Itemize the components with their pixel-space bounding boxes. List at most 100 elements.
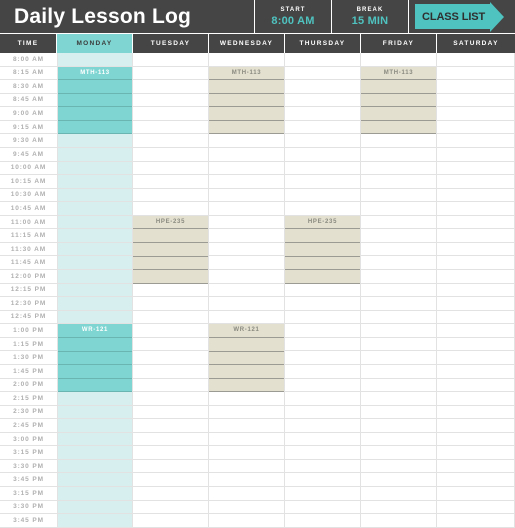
- schedule-cell[interactable]: [437, 297, 514, 311]
- schedule-cell[interactable]: [209, 202, 284, 216]
- column-header-monday[interactable]: MONDAY: [57, 34, 133, 53]
- lesson-block[interactable]: WR-121: [209, 324, 284, 393]
- schedule-cell[interactable]: [58, 297, 132, 311]
- schedule-cell[interactable]: [437, 378, 514, 393]
- schedule-cell[interactable]: [437, 473, 514, 487]
- schedule-cell[interactable]: [285, 188, 360, 203]
- schedule-cell[interactable]: [209, 134, 284, 148]
- schedule-cell[interactable]: [361, 310, 436, 325]
- schedule-cell[interactable]: [133, 419, 208, 433]
- schedule-cell[interactable]: [58, 310, 132, 325]
- schedule-cell[interactable]: [361, 392, 436, 406]
- schedule-cell[interactable]: [361, 473, 436, 487]
- schedule-cell[interactable]: [285, 310, 360, 325]
- schedule-cell[interactable]: [437, 500, 514, 515]
- schedule-cell[interactable]: [437, 283, 514, 298]
- schedule-cell[interactable]: [209, 500, 284, 515]
- schedule-cell[interactable]: [361, 256, 436, 270]
- schedule-cell[interactable]: [361, 514, 436, 528]
- schedule-cell[interactable]: [133, 53, 208, 67]
- schedule-cell[interactable]: [209, 514, 284, 528]
- schedule-cell[interactable]: [437, 202, 514, 216]
- break-duration-block[interactable]: BREAK 15 MIN: [331, 0, 408, 33]
- lesson-block[interactable]: MTH-113: [58, 66, 132, 135]
- class-list-button[interactable]: CLASS LIST: [415, 1, 505, 32]
- schedule-cell[interactable]: [285, 473, 360, 487]
- schedule-cell[interactable]: [361, 351, 436, 365]
- schedule-cell[interactable]: [209, 175, 284, 189]
- schedule-cell[interactable]: [133, 405, 208, 420]
- schedule-cell[interactable]: [361, 134, 436, 148]
- schedule-cell[interactable]: [285, 459, 360, 474]
- schedule-cell[interactable]: [285, 487, 360, 501]
- schedule-cell[interactable]: [361, 147, 436, 162]
- schedule-cell[interactable]: [285, 500, 360, 515]
- column-header-wednesday[interactable]: WEDNESDAY: [209, 34, 285, 53]
- schedule-cell[interactable]: [437, 432, 514, 447]
- schedule-cell[interactable]: [58, 432, 132, 447]
- schedule-cell[interactable]: [361, 242, 436, 257]
- schedule-cell[interactable]: [58, 487, 132, 501]
- schedule-cell[interactable]: [285, 93, 360, 108]
- schedule-cell[interactable]: [58, 473, 132, 487]
- schedule-cell[interactable]: [133, 514, 208, 528]
- schedule-cell[interactable]: [209, 473, 284, 487]
- schedule-cell[interactable]: [285, 161, 360, 176]
- schedule-cell[interactable]: [58, 215, 132, 230]
- schedule-cell[interactable]: [437, 93, 514, 108]
- schedule-cell[interactable]: [58, 53, 132, 67]
- schedule-cell[interactable]: [58, 229, 132, 243]
- schedule-cell[interactable]: [58, 188, 132, 203]
- schedule-cell[interactable]: [133, 432, 208, 447]
- schedule-cell[interactable]: [58, 175, 132, 189]
- schedule-cell[interactable]: [285, 432, 360, 447]
- schedule-cell[interactable]: [437, 351, 514, 365]
- schedule-cell[interactable]: [361, 175, 436, 189]
- schedule-cell[interactable]: [437, 324, 514, 338]
- schedule-cell[interactable]: [209, 487, 284, 501]
- schedule-cell[interactable]: [437, 364, 514, 379]
- schedule-cell[interactable]: [361, 432, 436, 447]
- schedule-cell[interactable]: [285, 514, 360, 528]
- schedule-cell[interactable]: [285, 446, 360, 460]
- lesson-block[interactable]: HPE-235: [285, 215, 360, 284]
- schedule-cell[interactable]: [58, 147, 132, 162]
- schedule-cell[interactable]: [209, 392, 284, 406]
- schedule-cell[interactable]: [437, 392, 514, 406]
- schedule-cell[interactable]: [437, 256, 514, 270]
- schedule-cell[interactable]: [133, 161, 208, 176]
- schedule-cell[interactable]: [58, 161, 132, 176]
- schedule-cell[interactable]: [361, 188, 436, 203]
- schedule-cell[interactable]: [361, 378, 436, 393]
- lesson-block[interactable]: MTH-113: [361, 66, 436, 135]
- schedule-cell[interactable]: [133, 134, 208, 148]
- schedule-cell[interactable]: [285, 283, 360, 298]
- schedule-cell[interactable]: [58, 202, 132, 216]
- schedule-cell[interactable]: [437, 120, 514, 135]
- schedule-cell[interactable]: [58, 392, 132, 406]
- schedule-cell[interactable]: [133, 202, 208, 216]
- schedule-cell[interactable]: [285, 392, 360, 406]
- schedule-cell[interactable]: [133, 66, 208, 81]
- schedule-cell[interactable]: [58, 446, 132, 460]
- schedule-cell[interactable]: [361, 364, 436, 379]
- column-header-tuesday[interactable]: TUESDAY: [133, 34, 209, 53]
- schedule-cell[interactable]: [361, 446, 436, 460]
- schedule-cell[interactable]: [285, 120, 360, 135]
- schedule-cell[interactable]: [437, 53, 514, 67]
- schedule-cell[interactable]: [285, 337, 360, 352]
- schedule-cell[interactable]: [133, 120, 208, 135]
- schedule-cell[interactable]: [209, 147, 284, 162]
- schedule-cell[interactable]: [133, 80, 208, 94]
- schedule-cell[interactable]: [58, 459, 132, 474]
- schedule-cell[interactable]: [133, 310, 208, 325]
- schedule-cell[interactable]: [437, 66, 514, 81]
- schedule-cell[interactable]: [361, 405, 436, 420]
- schedule-cell[interactable]: [361, 419, 436, 433]
- schedule-cell[interactable]: [133, 364, 208, 379]
- schedule-cell[interactable]: [361, 324, 436, 338]
- schedule-cell[interactable]: [58, 514, 132, 528]
- schedule-cell[interactable]: [437, 188, 514, 203]
- schedule-cell[interactable]: [133, 487, 208, 501]
- schedule-cell[interactable]: [133, 500, 208, 515]
